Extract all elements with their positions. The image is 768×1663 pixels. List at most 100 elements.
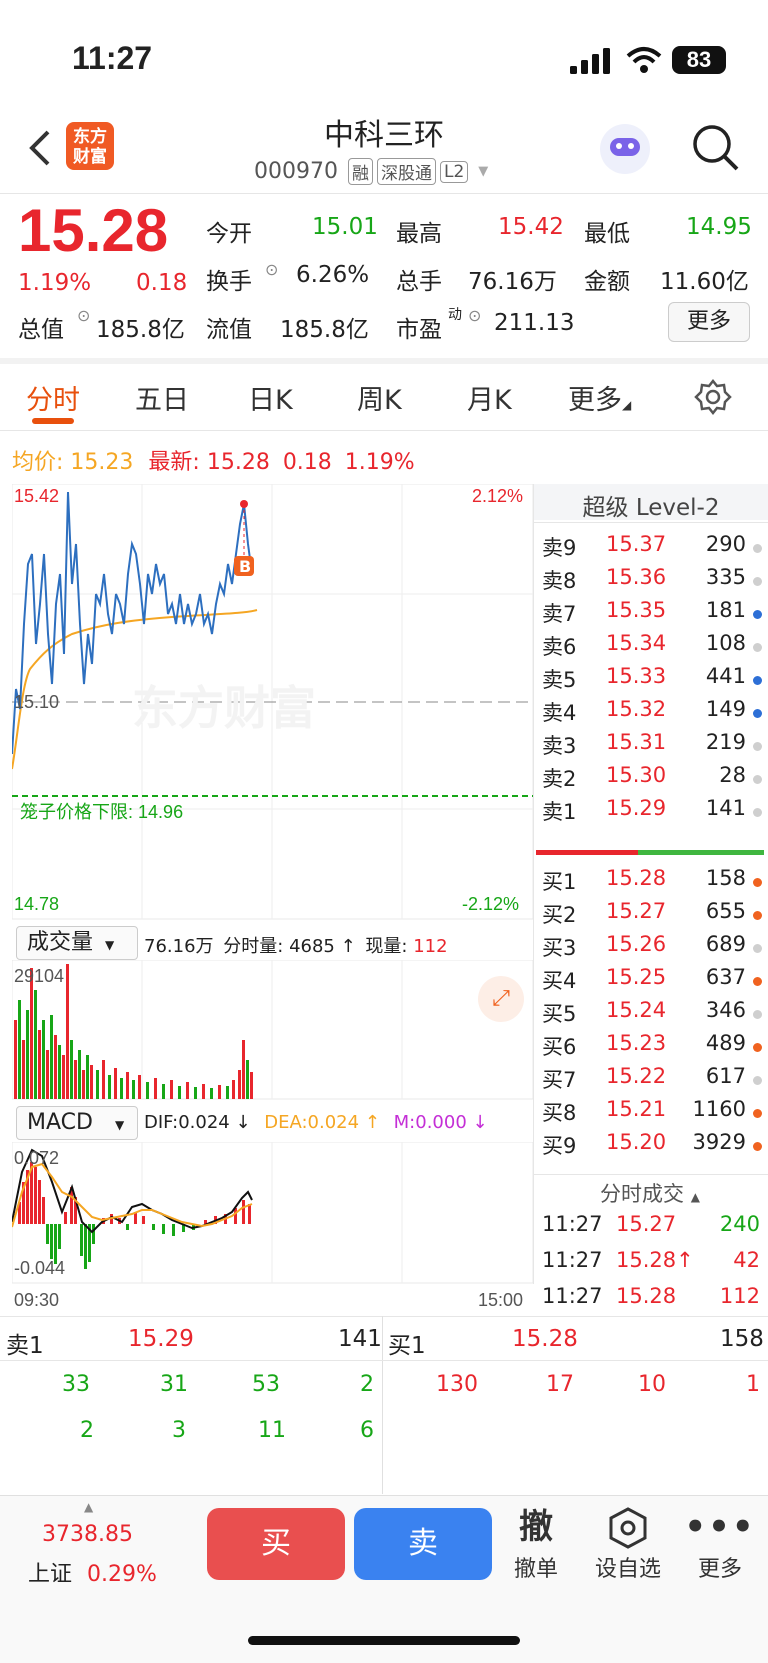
trades-title[interactable]: 分时成交 ▲ xyxy=(600,1178,700,1208)
ask-row[interactable]: 卖3 15.31 219 xyxy=(542,730,768,765)
buy-button[interactable]: 买 xyxy=(207,1508,345,1580)
add-watchlist-button[interactable]: 设自选 xyxy=(588,1505,668,1583)
bid-dot-icon xyxy=(753,977,762,986)
avg-label: 均价: xyxy=(12,450,64,475)
home-indicator[interactable] xyxy=(248,1636,520,1645)
ask-volume: 335 xyxy=(705,565,746,589)
ask-volume: 290 xyxy=(705,532,746,556)
ask-dot-icon xyxy=(753,544,762,553)
search-icon[interactable] xyxy=(692,124,740,172)
more-dots-icon: ••• xyxy=(684,1507,756,1547)
trade-time: 11:27 xyxy=(542,1248,603,1272)
queue-bid-vol: 158 xyxy=(720,1326,764,1352)
dropdown-icon[interactable]: ▼ xyxy=(478,164,488,179)
index-row[interactable]: 上证 0.29% xyxy=(28,1556,157,1588)
ask-row[interactable]: 卖4 15.32 149 xyxy=(542,697,768,732)
more-tools-button[interactable]: ••• 更多 xyxy=(680,1505,760,1583)
bid-row[interactable]: 买3 15.26 689 xyxy=(542,932,768,967)
bid-level-label: 买6 xyxy=(542,1035,577,1059)
volume-chart[interactable] xyxy=(12,960,534,1100)
bid-price: 15.24 xyxy=(606,998,667,1022)
tab-more[interactable]: 更多◢ xyxy=(568,378,631,417)
ask-row[interactable]: 卖9 15.37 290 xyxy=(542,532,768,567)
bid-row[interactable]: 买5 15.24 346 xyxy=(542,998,768,1033)
queue-ask-order: 31 xyxy=(160,1372,188,1397)
low-value: 14.95 xyxy=(686,214,752,240)
stock-code-row: 000970 融 深股通 L2 ▼ xyxy=(254,158,488,185)
ask-row[interactable]: 卖6 15.34 108 xyxy=(542,631,768,666)
l2-tag: L2 xyxy=(439,160,469,183)
bid-row[interactable]: 买1 15.28 158 xyxy=(542,866,768,901)
queue-ask-order: 2 xyxy=(360,1372,374,1397)
ask-row[interactable]: 卖5 15.33 441 xyxy=(542,664,768,699)
bid-volume: 637 xyxy=(705,965,746,989)
volume-selector-label: 成交量 xyxy=(27,930,94,955)
macd-m: M:0.000 ↓ xyxy=(393,1112,488,1133)
ask-level-label: 卖1 xyxy=(542,800,577,824)
sell-button[interactable]: 卖 xyxy=(354,1508,492,1580)
tab-five-day[interactable]: 五日 xyxy=(135,378,189,417)
bid-row[interactable]: 买2 15.27 655 xyxy=(542,899,768,934)
ask-price: 15.30 xyxy=(606,763,667,787)
queue-divider xyxy=(382,1316,383,1494)
ask-row[interactable]: 卖1 15.29 141 xyxy=(542,796,768,831)
tab-monthly-k[interactable]: 月K xyxy=(467,378,512,417)
bid-row[interactable]: 买7 15.22 617 xyxy=(542,1064,768,1099)
bid-row[interactable]: 买9 15.20 3929 xyxy=(542,1130,768,1165)
level2-title[interactable]: 超级 Level-2 xyxy=(534,488,768,522)
ask-level-label: 卖5 xyxy=(542,668,577,692)
bid-ask-bar-green xyxy=(638,850,764,855)
index-value[interactable]: 3738.85 xyxy=(42,1522,133,1547)
trade-volume: 112 xyxy=(719,1284,760,1308)
tab-more-label: 更多 xyxy=(568,385,622,416)
ask-level-label: 卖6 xyxy=(542,635,577,659)
trade-price: 15.28 xyxy=(616,1284,677,1308)
index-up-arrow-icon: ▲ xyxy=(84,1500,94,1514)
macd-chart[interactable] xyxy=(12,1142,534,1284)
info-dots-icon[interactable]: ⊙ xyxy=(265,260,278,279)
tab-intraday[interactable]: 分时 xyxy=(26,378,80,417)
latest-pct: 1.19% xyxy=(344,450,415,475)
tab-daily-k[interactable]: 日K xyxy=(248,378,293,417)
cancel-order-button[interactable]: 撤 撤单 xyxy=(496,1505,576,1583)
chart-bottom-price: 14.78 xyxy=(14,894,60,914)
bid-row[interactable]: 买6 15.23 489 xyxy=(542,1031,768,1066)
queue-ask-order: 6 xyxy=(360,1418,374,1443)
latest-value: 15.28 xyxy=(206,450,270,475)
chart-bottom-pct: -2.12% xyxy=(462,894,520,914)
change-percent: 1.19% xyxy=(18,270,92,296)
info-dots-icon[interactable]: ⊙ xyxy=(77,306,90,325)
ask-volume: 108 xyxy=(705,631,746,655)
bid-price: 15.21 xyxy=(606,1097,667,1121)
ask-volume: 28 xyxy=(719,763,746,787)
tab-weekly-k[interactable]: 周K xyxy=(357,378,402,417)
settings-gear-icon[interactable] xyxy=(694,378,732,416)
more-quote-button[interactable]: 更多 xyxy=(668,302,750,342)
intraday-price-chart[interactable]: 东方财富 B xyxy=(12,484,534,920)
robot-assistant-icon[interactable] xyxy=(600,124,650,174)
info-dots-icon[interactable]: ⊙ xyxy=(468,306,481,325)
ask-volume: 219 xyxy=(705,730,746,754)
macd-dea: DEA:0.024 ↑ xyxy=(264,1112,380,1133)
high-label: 最高 xyxy=(396,221,442,247)
bid-level-label: 买5 xyxy=(542,1002,577,1026)
pe-value: 211.13 xyxy=(494,310,575,336)
trade-price: 15.27 xyxy=(616,1212,677,1236)
limit-label: 笼子价格下限: 14.96 xyxy=(20,798,183,824)
mktcap-value: 185.8亿 xyxy=(96,317,185,343)
low-label: 最低 xyxy=(584,221,630,247)
macd-values: DIF:0.024 ↓ DEA:0.024 ↑ M:0.000 ↓ xyxy=(144,1112,488,1133)
bid-row[interactable]: 买8 15.21 1160 xyxy=(542,1097,768,1132)
bid-row[interactable]: 买4 15.25 637 xyxy=(542,965,768,1000)
ask-row[interactable]: 卖2 15.30 28 xyxy=(542,763,768,798)
expand-icon[interactable]: ⤢ xyxy=(478,976,524,1022)
bid-level-label: 买2 xyxy=(542,903,577,927)
ask-row[interactable]: 卖7 15.35 181 xyxy=(542,598,768,633)
ask-level-label: 卖7 xyxy=(542,602,577,626)
trades-title-text: 分时成交 xyxy=(600,1182,684,1206)
ask-row[interactable]: 卖8 15.36 335 xyxy=(542,565,768,600)
stock-code: 000970 xyxy=(254,159,338,184)
bid-level-label: 买4 xyxy=(542,969,577,993)
macd-selector[interactable]: MACD ▼ xyxy=(16,1106,138,1140)
volume-selector[interactable]: 成交量 ▼ xyxy=(16,926,138,960)
